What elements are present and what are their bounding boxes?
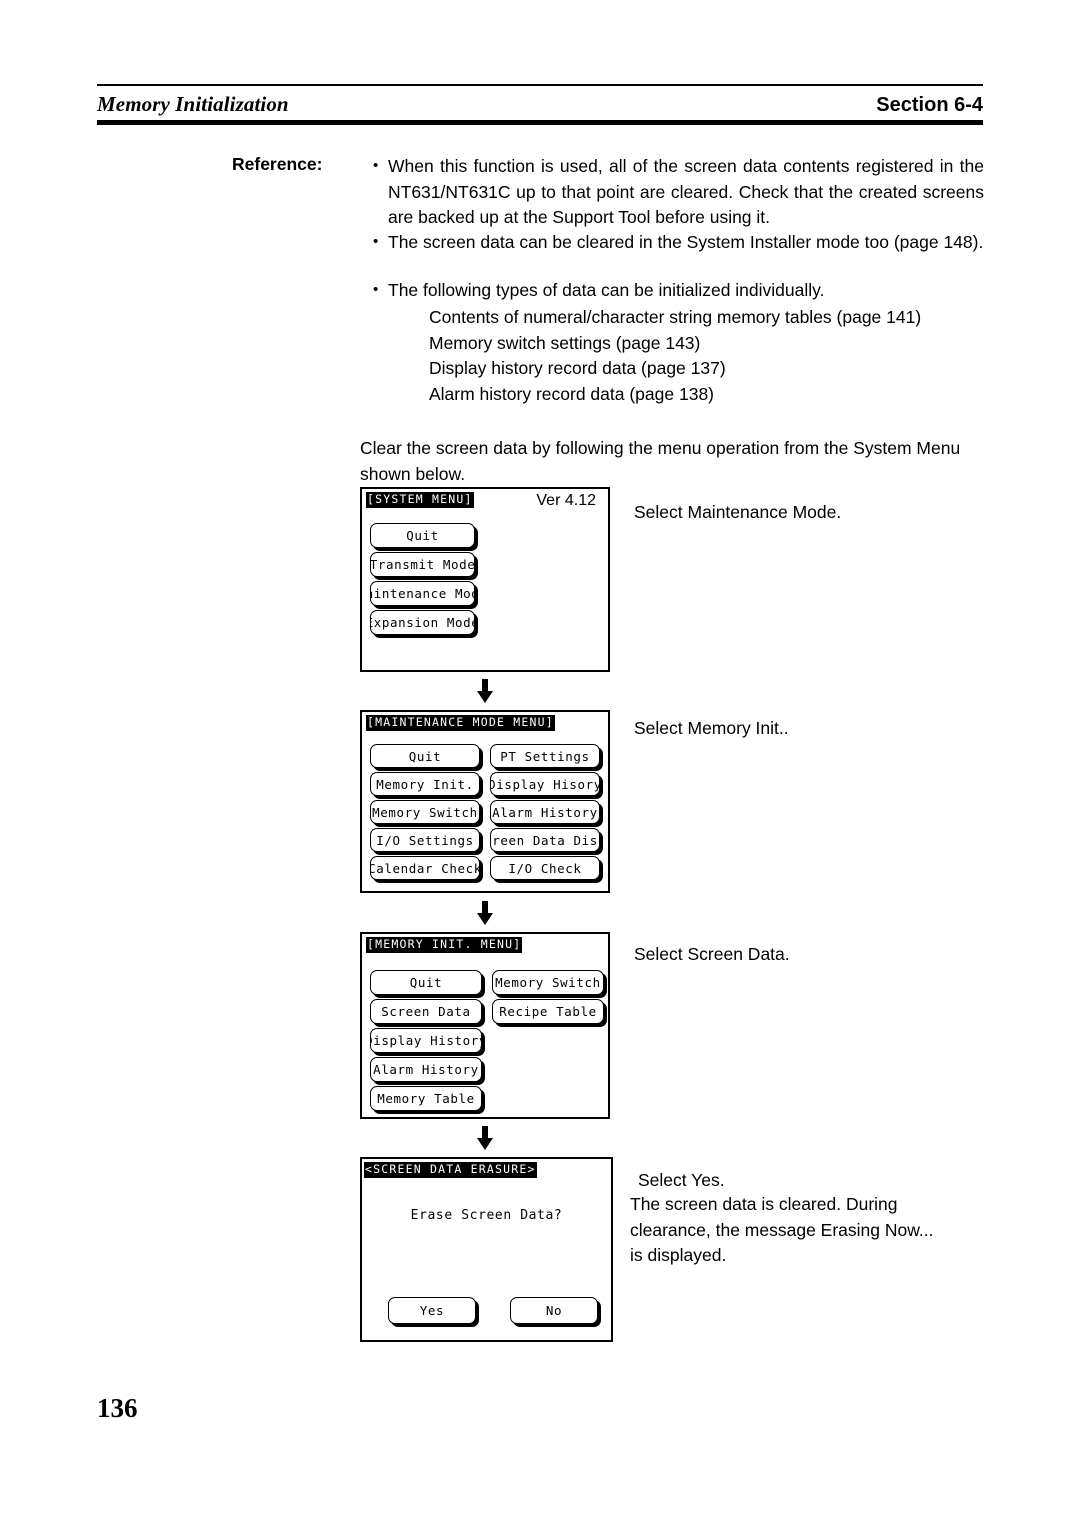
screen-data-erasure-dialog: <SCREEN DATA ERASURE> Erase Screen Data?… [360,1157,613,1342]
button-label: No [545,1303,563,1318]
menu-flow-diagram: [SYSTEM MENU] Ver 4.12 Quit Transmit Mod… [360,487,613,1342]
down-arrow-icon [477,900,493,925]
button-label: Display Hisory [490,776,600,792]
erasure-dialog-message: Erase Screen Data? [410,1208,563,1223]
down-arrow-icon [477,1126,493,1150]
button-label: Alarm History [373,1062,479,1077]
button-label: Transmit Mode [370,557,475,572]
memory-init-menu-screen: [MEMORY INIT. MENU] Quit Screen Data Dis… [360,932,610,1119]
sub-item: Memory switch settings (page 143) [429,332,701,353]
header-chapter-title: Memory Initialization [97,92,289,116]
system-menu-screen: [SYSTEM MENU] Ver 4.12 Quit Transmit Mod… [360,487,610,672]
intro-paragraph: Clear the screen data by following the m… [360,438,961,484]
button-label: Memory Switch [372,804,478,820]
reference-bullet-1: When this function is used, all of the s… [372,153,984,231]
button-memory-switch[interactable]: Memory Switch [370,800,480,824]
down-arrow-icon [477,679,493,703]
reference-bullet-3: The following types of data can be initi… [372,277,984,304]
button-label: Display History [370,1033,482,1048]
button-display-history[interactable]: Display History [370,1028,482,1053]
button-no[interactable]: No [510,1297,598,1324]
button-expansion-mode[interactable]: Expansion Mode [370,610,475,635]
sub-item: Contents of numeral/character string mem… [429,307,922,327]
reference-sub-items: Contents of numeral/character string mem… [372,305,984,407]
maintenance-menu-title: [MAINTENANCE MODE MENU] [366,715,555,731]
flow-arrow-3 [360,1119,610,1157]
button-memory-init[interactable]: Memory Init. [370,772,480,796]
bullet-text: When this function is used, all of the s… [372,153,984,231]
button-screen-data-disp[interactable]: Screen Data Disp. [490,828,600,852]
page-header: Memory Initialization Section 6-4 [97,84,983,125]
button-io-settings[interactable]: I/O Settings [370,828,480,852]
bullet-text: The following types of data can be initi… [372,277,984,304]
sub-item: Display history record data (page 137) [429,358,726,378]
button-quit[interactable]: Quit [370,523,475,548]
header-section-number: Section 6-4 [876,94,983,116]
button-transmit-mode[interactable]: Transmit Mode [370,552,475,577]
annotation-select-maintenance-mode: Select Maintenance Mode. [634,502,842,522]
button-calendar-check[interactable]: Calendar Check [370,856,480,880]
button-label: Memory Table [377,1091,475,1106]
button-yes[interactable]: Yes [388,1297,476,1324]
button-memory-table[interactable]: Memory Table [370,1086,482,1111]
annotation-select-screen-data: Select Screen Data. [634,944,790,964]
button-label: Quit [408,748,442,764]
button-memory-switch[interactable]: Memory Switch [492,970,604,995]
button-label: Memory Switch [495,975,601,990]
bullet-text: The screen data can be cleared in the Sy… [372,229,984,256]
erasure-dialog-title: <SCREEN DATA ERASURE> [364,1162,537,1178]
button-label: Yes [419,1303,445,1318]
header-rule-bottom [97,120,983,125]
button-label: Expansion Mode [370,615,475,630]
annotation-select-yes: Select Yes. [638,1170,725,1190]
maintenance-mode-menu-screen: [MAINTENANCE MODE MENU] Quit Memory Init… [360,710,610,893]
button-pt-settings[interactable]: PT Settings [490,744,600,768]
button-label: PT Settings [500,748,590,764]
system-menu-title: [SYSTEM MENU] [366,492,474,508]
button-maintenance-mode[interactable]: Maintenance Mode [370,581,475,606]
button-quit[interactable]: Quit [370,970,482,995]
button-recipe-table[interactable]: Recipe Table [492,999,604,1024]
button-io-check[interactable]: I/O Check [490,856,600,880]
button-label: I/O Check [508,860,582,876]
sub-item: Alarm history record data (page 138) [429,383,714,404]
page-number: 136 [97,1393,138,1423]
button-label: Recipe Table [499,1004,597,1019]
button-label: Screen Data Disp. [491,832,599,848]
button-display-hisory[interactable]: Display Hisory [490,772,600,796]
button-label: Maintenance Mode [371,586,474,601]
reference-label: Reference: [232,154,323,174]
flow-arrow-1 [360,672,610,710]
button-alarm-history[interactable]: Alarm History [370,1057,482,1082]
system-menu-version: Ver 4.12 [536,492,596,509]
document-page: Memory Initialization Section 6-4 Refere… [0,0,1080,1528]
button-label: Alarm History [492,804,598,820]
button-quit[interactable]: Quit [370,744,480,768]
button-label: Quit [406,528,439,543]
annotation-erasing-message: The screen data is cleared. During clear… [630,1194,934,1265]
header-row: Memory Initialization Section 6-4 [97,86,983,120]
annotation-select-memory-init: Select Memory Init.. [634,718,789,738]
button-label: Quit [409,975,443,990]
button-label: Screen Data [381,1004,471,1019]
reference-bullet-2: The screen data can be cleared in the Sy… [372,229,984,256]
button-label: Memory Init. [376,776,474,792]
button-alarm-history[interactable]: Alarm History [490,800,600,824]
button-label: Calendar Check [370,860,480,876]
flow-arrow-2 [360,893,610,932]
button-label: I/O Settings [376,832,474,848]
memory-init-menu-title: [MEMORY INIT. MENU] [366,937,523,953]
button-screen-data[interactable]: Screen Data [370,999,482,1024]
